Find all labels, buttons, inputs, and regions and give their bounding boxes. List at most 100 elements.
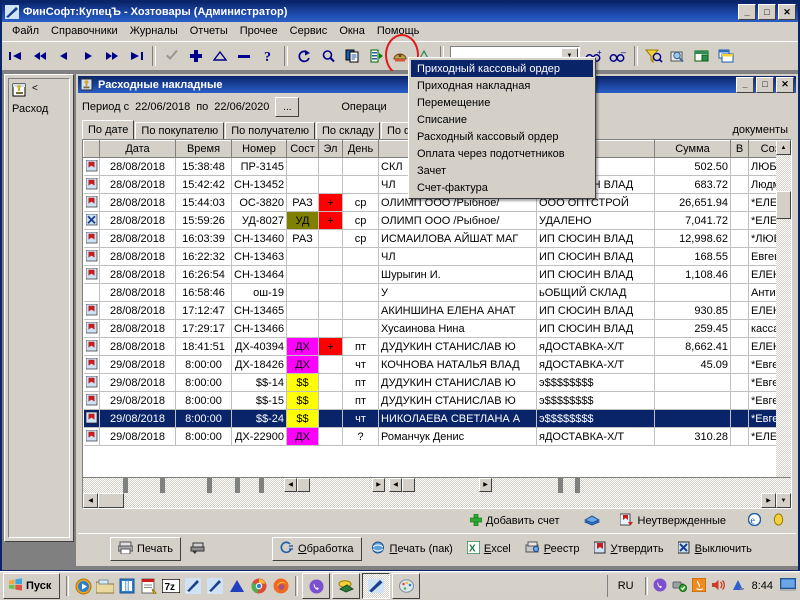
copy-documents-icon[interactable] [340,44,364,68]
menu-file[interactable]: Файл [6,23,45,39]
restore-button[interactable]: □ [758,4,776,20]
edit-triangle-icon[interactable] [208,44,232,68]
row-flag-icon[interactable] [83,337,100,356]
menu-service[interactable]: Сервис [284,23,334,39]
menu-other[interactable]: Прочее [234,23,284,39]
search-magnifier-icon[interactable] [316,44,340,68]
col-time[interactable]: Время [175,140,232,158]
table-row[interactable]: 28/08/2018 17:29:17 СН-13466 Хусаинова Нина… [83,319,791,338]
row-flag-icon[interactable] [83,373,100,392]
col-el[interactable]: Эл [318,140,343,158]
process-button[interactable]: Обработка [272,537,362,561]
next-record-icon[interactable] [76,44,100,68]
tab-by-date[interactable]: По дате [82,120,135,139]
tray-usb-icon[interactable] [672,578,687,595]
fast-rewind-icon[interactable] [28,44,52,68]
table-row[interactable]: 29/08/2018 8:00:00 $$-15 $$ пт ДУДУКИН СТАНИС… [83,391,791,410]
tab-by-buyer[interactable]: По покупателю [135,122,225,139]
grid-vertical-scrollbar[interactable]: ▲ ▼ [776,140,791,493]
unapproved-button[interactable]: Неутвержденные [619,513,726,529]
menu-journals[interactable]: Журналы [124,23,184,39]
col-date[interactable]: Дата [99,140,176,158]
row-flag-icon[interactable] [83,355,100,374]
menuitem-peremeschenie[interactable]: Перемещение [411,94,593,111]
coin-button[interactable] [773,513,784,529]
period-from-value[interactable]: 22/06/2018 [135,101,190,113]
tray-volume-icon[interactable] [711,578,726,595]
menuitem-schet-faktura[interactable]: Счет-фактура [411,179,593,196]
paint-tool-icon[interactable] [182,575,204,597]
row-flag-icon[interactable] [83,211,100,230]
menu-reports[interactable]: Отчеты [184,23,234,39]
taskbar-clock[interactable]: 8:44 [750,580,775,592]
row-flag-icon[interactable] [83,391,100,410]
hscroll-left-icon[interactable]: ◀ [83,493,98,508]
table-row[interactable]: 29/08/2018 8:00:00 $$-24 $$ чт НИКОЛАЕВА СВЕТ… [83,409,791,428]
help-question-icon[interactable]: ? [256,44,280,68]
vscroll-track[interactable] [776,155,791,478]
row-flag-icon[interactable] [83,247,100,266]
database-icon[interactable] [116,575,138,597]
table-row[interactable]: 28/08/2018 16:22:32 СН-13463 ЧЛ ИП СЮСИН ВЛА… [83,247,791,266]
confirm-check-icon[interactable] [160,44,184,68]
table-row[interactable]: 28/08/2018 17:12:47 СН-13465 АКИНШИНА ЕЛЕНА… [83,301,791,320]
add-plus-icon[interactable] [184,44,208,68]
table-row[interactable]: 28/08/2018 16:26:54 СН-13464 Шурыгин И. ИП С… [83,265,791,284]
table-row[interactable]: 28/08/2018 18:41:51 ДХ-40394 ДХ + пт ДУДУКИН С… [83,337,791,356]
language-indicator[interactable]: RU [612,580,640,592]
row-flag-icon[interactable] [83,301,100,320]
last-record-icon[interactable] [124,44,148,68]
table-row[interactable]: 29/08/2018 8:00:00 ДХ-22900 ДХ? Романчук Ден… [83,427,791,446]
7zip-icon[interactable]: 7z [160,575,182,597]
show-desktop-icon[interactable] [779,577,797,594]
col-flag[interactable] [83,140,100,158]
paint-tool-2-icon[interactable] [204,575,226,597]
tile-windows-icon[interactable] [690,44,714,68]
tray-viber-icon[interactable] [653,578,667,595]
taskbtn-palette[interactable] [392,573,421,599]
menuitem-oplata-cherez-podotchetnikov[interactable]: Оплата через подотчетников [411,145,593,162]
table-row[interactable]: 28/08/2018 16:58:46 ош-19 УьОБЩИЙ СКЛАД Анти… [83,283,791,302]
first-record-icon[interactable] [4,44,28,68]
new-document-icon[interactable] [364,44,388,68]
print-button[interactable]: Печать [110,537,182,561]
delete-minus-icon[interactable] [232,44,256,68]
child-minimize-button[interactable]: _ [736,76,754,93]
menuitem-prihodnaya-nakladnaya[interactable]: Приходная накладная [411,77,593,94]
filter-off-icon[interactable] [642,44,666,68]
tab-by-recipient[interactable]: По получателю [225,122,315,139]
period-browse-button[interactable]: ... [275,97,300,117]
menuitem-rashodnyi-kassovyi-order[interactable]: Расходный кассовый ордер [411,128,593,145]
col-state[interactable]: Сост [286,140,319,158]
excel-button[interactable]: X Excel [462,538,516,560]
chrome-icon[interactable] [248,575,270,597]
menu-windows[interactable]: Окна [333,23,371,39]
menu-references[interactable]: Справочники [45,23,124,39]
menuitem-spisanie[interactable]: Списание [411,111,593,128]
minimize-button[interactable]: _ [738,4,756,20]
table-row[interactable]: 29/08/2018 8:00:00 $$-14 $$ пт ДУДУКИН СТАНИС… [83,373,791,392]
child-restore-button[interactable]: □ [756,76,774,93]
menuitem-zachet[interactable]: Зачет [411,162,593,179]
table-row[interactable]: 29/08/2018 8:00:00 ДХ-18426 ДХ чт КОЧНОВА НАТ… [83,355,791,374]
fast-forward-icon[interactable] [100,44,124,68]
tray-java-icon[interactable] [691,577,707,595]
taskbtn-viber[interactable] [302,573,331,599]
add-invoice-button[interactable]: Добавить счет [469,513,560,529]
print-package-button[interactable]: Печать (пак) [366,538,458,560]
find-previous-icon[interactable]: – [606,44,630,68]
preview-icon[interactable] [666,44,690,68]
row-flag-icon[interactable] [83,193,100,212]
quick-print-button[interactable] [185,538,210,560]
registry-button[interactable]: Реестр [520,538,585,560]
row-flag-icon[interactable] [83,175,100,194]
explorer-folder-icon[interactable] [94,575,116,597]
euro-button[interactable]: e [747,512,762,529]
taskbtn-kupec[interactable] [362,573,391,599]
child-close-button[interactable]: ✕ [776,76,794,93]
row-flag-icon[interactable] [83,157,100,176]
row-flag-icon[interactable] [83,229,100,248]
book-button[interactable] [583,514,600,529]
menu-help[interactable]: Помощь [371,23,426,39]
scroll-up-icon[interactable]: ▲ [776,140,791,155]
